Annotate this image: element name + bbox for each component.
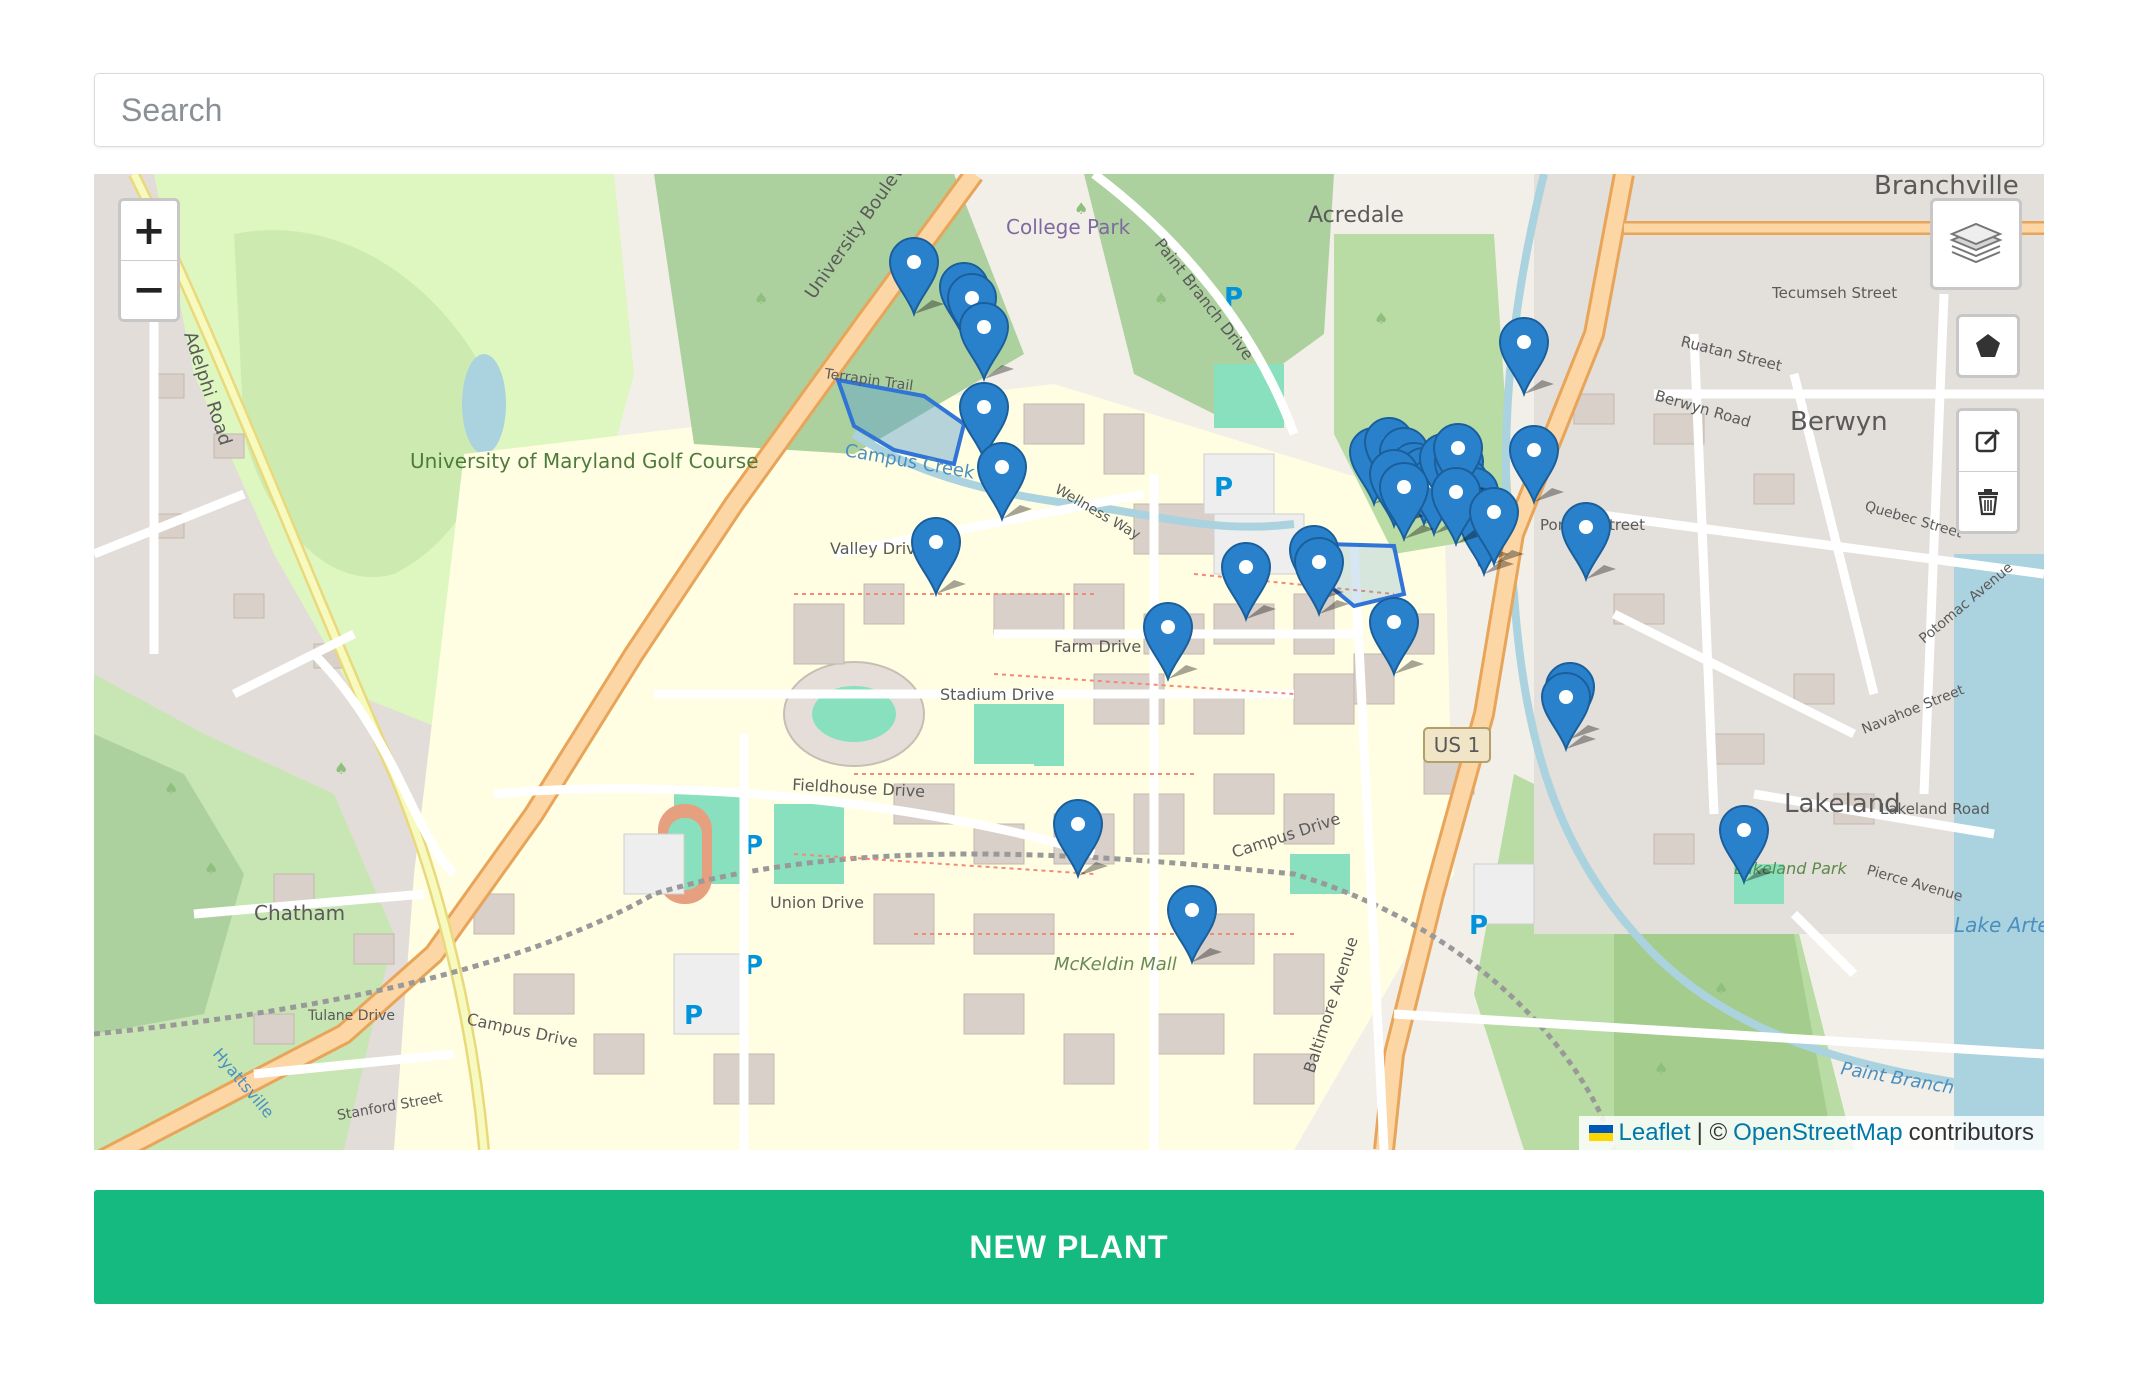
- osm-link[interactable]: OpenStreetMap: [1733, 1119, 1902, 1147]
- map-label-chatham: Chatham: [254, 901, 345, 925]
- trash-icon: [1978, 488, 1998, 515]
- svg-text:♠: ♠: [164, 779, 178, 798]
- map-label-mckeldin-mall: McKeldin Mall: [1054, 954, 1177, 975]
- svg-text:♠: ♠: [1374, 309, 1388, 328]
- map-label-union-drive: Union Drive: [770, 893, 864, 912]
- map-label-college-park: College Park: [1006, 215, 1131, 239]
- map-label-lakeland-road: Lakeland Road: [1880, 800, 1990, 818]
- map-label-golf-course: University of Maryland Golf Course: [410, 449, 759, 473]
- map-tiles[interactable]: PP PP PP ♠♠♠ ♠♠♠ ♠♠♠ US 1 Branchville Ac…: [94, 174, 2044, 1150]
- zoom-in-button[interactable]: +: [121, 201, 177, 260]
- svg-text:P: P: [684, 1001, 703, 1031]
- map-label-acredale: Acredale: [1308, 203, 1404, 228]
- draw-polygon-button[interactable]: [1956, 314, 2020, 378]
- new-plant-button[interactable]: NEW PLANT: [94, 1190, 2044, 1304]
- map-label-tulane-drive: Tulane Drive: [307, 1008, 395, 1024]
- map-label-tecumseh-street: Tecumseh Street: [1771, 284, 1897, 302]
- ukraine-flag-icon: [1588, 1125, 1613, 1141]
- svg-text:P: P: [1214, 473, 1233, 503]
- edit-layers-button[interactable]: [1959, 411, 2017, 471]
- map-attribution: Leaflet | © OpenStreetMap contributors: [1578, 1116, 2044, 1150]
- svg-text:♠: ♠: [1654, 1059, 1668, 1078]
- svg-text:♠: ♠: [334, 759, 348, 778]
- svg-text:♠: ♠: [1154, 289, 1168, 308]
- layers-icon: [1949, 222, 2003, 264]
- svg-text:♠: ♠: [1714, 979, 1728, 998]
- zoom-control: + −: [118, 198, 180, 322]
- map-view[interactable]: PP PP PP ♠ ♠ ♠ ♠ ♠ ♠ ♠ ♠ ♠ US 1 Branchvi…: [94, 174, 2044, 1150]
- map-label-berwyn: Berwyn: [1790, 407, 1888, 437]
- us1-label: US 1: [1434, 733, 1480, 757]
- edit-toolbar: [1956, 408, 2020, 534]
- zoom-out-button[interactable]: −: [121, 260, 177, 319]
- svg-text:P: P: [1469, 911, 1488, 941]
- map-label-lake-artemesia: Lake Arte Par: [1954, 913, 2044, 937]
- svg-text:♠: ♠: [754, 289, 768, 308]
- map-label-stadium-drive: Stadium Drive: [940, 685, 1054, 704]
- edit-icon: [1975, 429, 2000, 453]
- pentagon-icon: [1976, 334, 2000, 357]
- attribution-suffix: contributors: [1908, 1119, 2034, 1146]
- map-label-farm-drive: Farm Drive: [1054, 637, 1141, 656]
- svg-text:♠: ♠: [204, 859, 218, 878]
- leaflet-link[interactable]: Leaflet: [1619, 1119, 1691, 1147]
- attribution-separator: | ©: [1696, 1119, 1728, 1146]
- search-input[interactable]: [94, 73, 2044, 147]
- delete-layers-button[interactable]: [1959, 471, 2017, 531]
- map-label-branchville: Branchville: [1874, 174, 2019, 201]
- layers-button[interactable]: [1930, 198, 2022, 290]
